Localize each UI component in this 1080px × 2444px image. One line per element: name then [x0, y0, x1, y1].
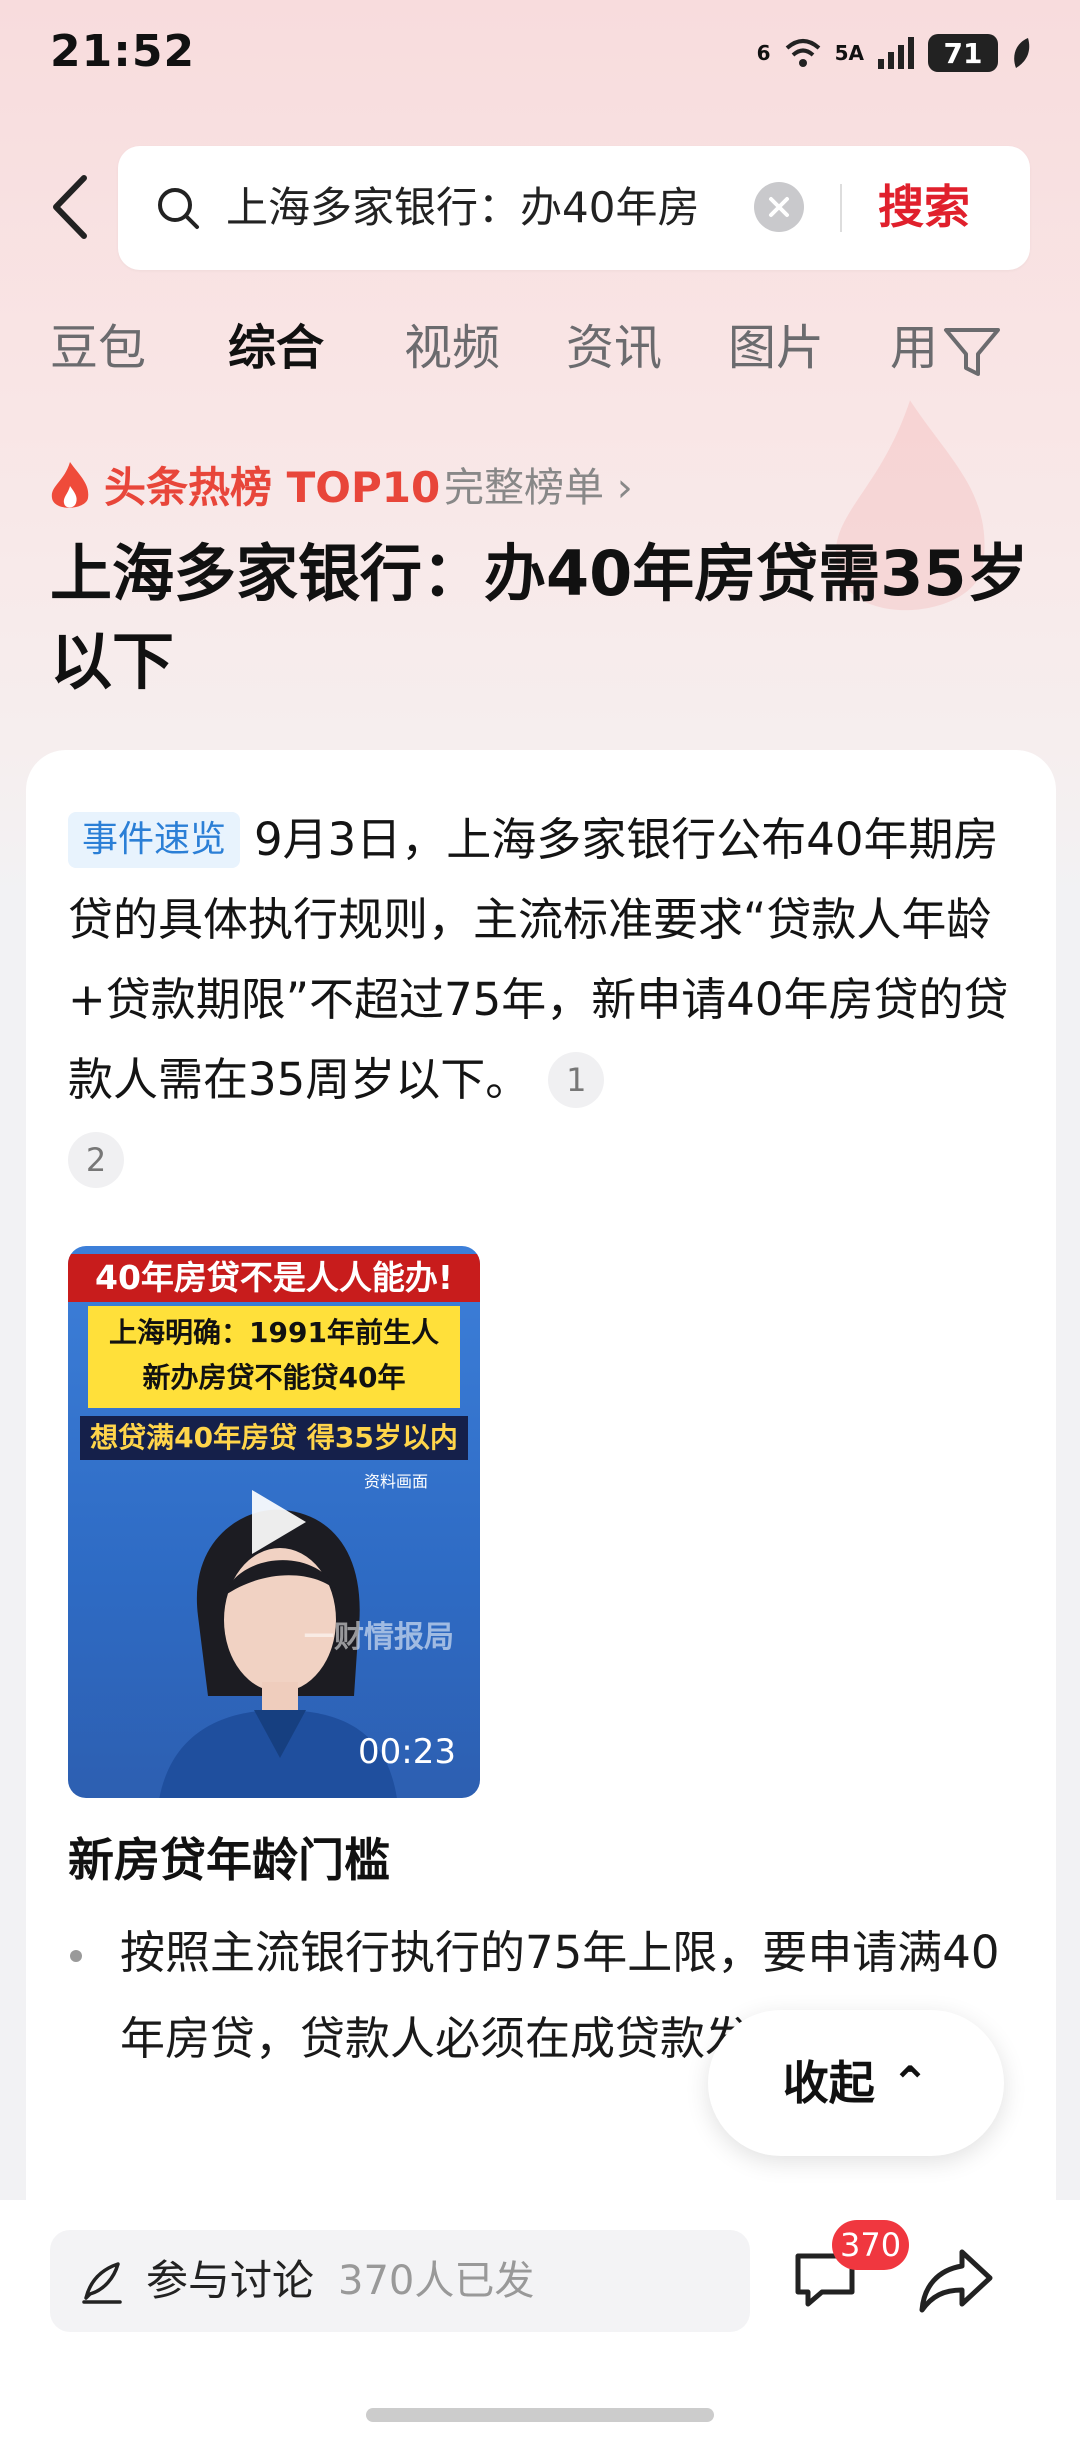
full-list-link[interactable]: 完整榜单 ›: [444, 456, 633, 520]
video-thumbnail[interactable]: 40年房贷不是人人能办! 上海明确：1991年前生人 新办房贷不能贷40年 想贷…: [68, 1246, 480, 1798]
network-label-2: 5A: [834, 41, 864, 65]
tab-images[interactable]: 图片: [728, 310, 824, 386]
battery-indicator: 71: [928, 34, 998, 72]
collapse-button[interactable]: 收起 ⌃: [708, 2010, 1004, 2156]
citation-2[interactable]: 2: [68, 1132, 124, 1188]
tab-users[interactable]: 用: [890, 310, 938, 386]
status-time: 21:52: [50, 26, 196, 77]
search-icon: [158, 188, 199, 229]
video-banner-2: 上海明确：1991年前生人 新办房贷不能贷40年: [88, 1306, 460, 1408]
comment-count-badge: 370: [832, 2220, 910, 2270]
leaf-icon: [1014, 38, 1030, 68]
headline: 上海多家银行：办40年房贷需35岁以下: [50, 537, 1029, 698]
video-banner-2-line-1: 上海明确：1991年前生人: [109, 1316, 439, 1349]
close-icon: [769, 197, 789, 217]
video-watermark: 一财情报局: [304, 1620, 454, 1655]
event-summary: 事件速览 9月3日，上海多家银行公布40年期房贷的具体执行规则，主流标准要求“贷款…: [68, 800, 1014, 1200]
citation-1[interactable]: 1: [548, 1052, 605, 1108]
discuss-count: 370人已发: [338, 2258, 535, 2304]
tab-news[interactable]: 资讯: [566, 310, 662, 386]
discuss-label: 参与讨论: [146, 2256, 315, 2305]
tab-comprehensive[interactable]: 综合: [228, 310, 324, 386]
video-banner-3: 想贷满40年房贷 得35岁以内: [80, 1416, 468, 1460]
wifi-icon: [785, 39, 820, 67]
network-label-1: 6: [756, 41, 771, 65]
event-summary-tag: 事件速览: [68, 812, 241, 868]
tab-doubao[interactable]: 豆包: [50, 310, 146, 386]
search-bar[interactable]: 上海多家银行：办40年房 搜索: [118, 146, 1030, 270]
clear-search-button[interactable]: [754, 182, 804, 232]
video-banner-1: 40年房贷不是人人能办!: [68, 1254, 480, 1302]
video-duration: 00:23: [358, 1732, 456, 1772]
hot-rank-label: 头条热榜 TOP10: [104, 463, 441, 512]
search-input[interactable]: 上海多家银行：办40年房: [226, 176, 746, 240]
play-icon[interactable]: [234, 1482, 314, 1562]
home-indicator[interactable]: [366, 2408, 714, 2422]
back-icon[interactable]: [44, 172, 96, 242]
bottom-bar: 参与讨论 370人已发 370: [0, 2200, 1080, 2444]
video-caption: 资料画面: [363, 1472, 428, 1491]
bullet-dot: [70, 1950, 82, 1962]
discuss-input[interactable]: 参与讨论 370人已发: [50, 2230, 750, 2332]
share-icon[interactable]: [918, 2246, 994, 2316]
filter-icon[interactable]: [940, 324, 1004, 380]
status-bar: 21:52 6 5A 71: [0, 0, 1080, 112]
search-submit-button[interactable]: 搜索: [878, 174, 970, 240]
section-title: 新房贷年龄门槛: [68, 1833, 390, 1887]
pen-icon: [82, 2262, 122, 2304]
tab-video[interactable]: 视频: [404, 310, 500, 386]
status-icons: 6 5A 71: [757, 34, 1032, 72]
search-divider: [840, 184, 842, 232]
video-banner-2-line-2: 新办房贷不能贷40年: [142, 1361, 406, 1394]
category-tabs: 豆包 综合 视频 资讯 图片 用: [50, 310, 1050, 390]
flame-icon: [51, 462, 89, 508]
signal-icon: [878, 37, 914, 69]
